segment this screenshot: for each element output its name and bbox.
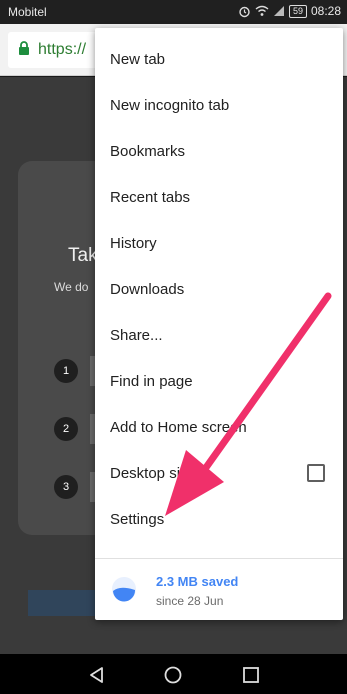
home-icon[interactable] xyxy=(162,664,184,686)
card-title: Tak xyxy=(68,245,98,266)
recents-icon[interactable] xyxy=(240,664,262,686)
card-subtitle: We do xyxy=(54,280,89,294)
overflow-menu: New tab New incognito tab Bookmarks Rece… xyxy=(95,28,343,620)
menu-item-label: History xyxy=(110,234,157,252)
menu-item-add-to-home-screen[interactable]: Add to Home screen xyxy=(95,404,343,450)
menu-item-label: Downloads xyxy=(110,280,185,298)
menu-divider xyxy=(95,558,343,559)
menu-item-label: Share... xyxy=(110,326,163,344)
step-badge: 1 xyxy=(54,359,78,383)
menu-item-history[interactable]: History xyxy=(95,220,343,266)
menu-item-label: New tab xyxy=(110,50,166,68)
menu-item-label: New incognito tab xyxy=(110,96,230,114)
menu-item-label: Add to Home screen xyxy=(110,418,247,436)
menu-item-new-incognito-tab[interactable]: New incognito tab xyxy=(95,82,343,128)
menu-item-find-in-page[interactable]: Find in page xyxy=(95,358,343,404)
menu-item-share[interactable]: Share... xyxy=(95,312,343,358)
data-saver-icon xyxy=(111,576,137,602)
data-saver-since: since 28 Jun xyxy=(156,594,224,608)
menu-item-desktop-site[interactable]: Desktop site xyxy=(95,450,343,496)
status-bar: Mobitel 59 08:28 xyxy=(0,0,347,24)
signal-icon xyxy=(273,5,285,17)
menu-item-new-tab[interactable]: New tab xyxy=(95,36,343,82)
menu-item-downloads[interactable]: Downloads xyxy=(95,266,343,312)
navigation-bar xyxy=(0,654,347,694)
battery-icon: 59 xyxy=(288,4,307,18)
step-badge: 3 xyxy=(54,475,78,499)
menu-item-label: Find in page xyxy=(110,372,193,390)
alarm-icon xyxy=(238,5,251,18)
menu-item-label: Settings xyxy=(110,510,165,528)
status-icons: 59 08:28 xyxy=(238,4,341,18)
clock: 08:28 xyxy=(310,4,341,18)
page-button-fragment xyxy=(28,590,98,616)
data-saver-amount: 2.3 MB saved xyxy=(156,574,239,589)
desktop-site-checkbox[interactable] xyxy=(307,464,325,482)
menu-item-settings[interactable]: Settings xyxy=(95,496,343,542)
menu-item-label: Bookmarks xyxy=(110,142,186,160)
data-saver-footer[interactable]: 2.3 MB saved since 28 Jun xyxy=(95,560,343,620)
menu-item-recent-tabs[interactable]: Recent tabs xyxy=(95,174,343,220)
url-text: https:// xyxy=(38,41,87,58)
lock-icon xyxy=(18,40,30,60)
menu-item-bookmarks[interactable]: Bookmarks xyxy=(95,128,343,174)
wifi-icon xyxy=(255,5,269,17)
menu-item-label: Desktop site xyxy=(110,464,193,482)
menu-item-label: Recent tabs xyxy=(110,188,191,206)
step-badge: 2 xyxy=(54,417,78,441)
back-icon[interactable] xyxy=(86,664,108,686)
carrier-label: Mobitel xyxy=(8,5,47,19)
